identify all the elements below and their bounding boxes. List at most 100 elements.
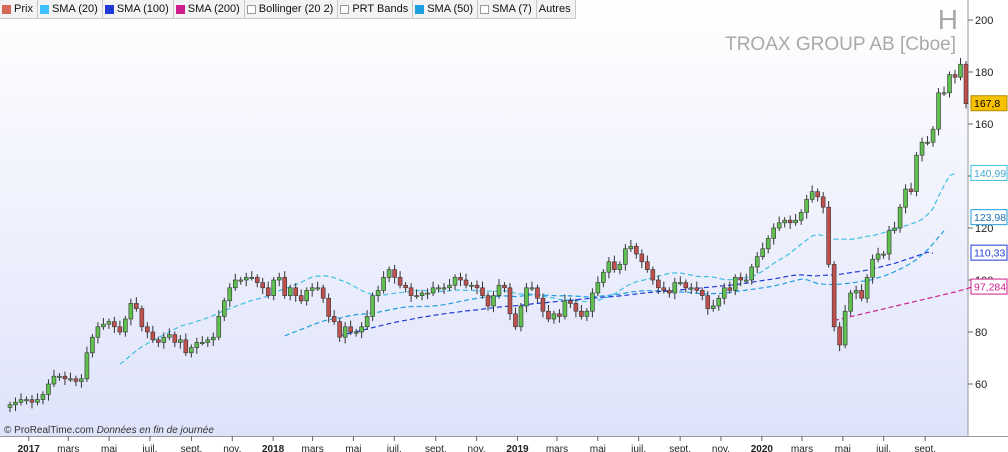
candle-body [546, 310, 551, 320]
x-tick-label: nov. [223, 444, 241, 452]
candle-body [612, 261, 617, 270]
candle-body [727, 287, 733, 291]
candle-body [820, 196, 826, 208]
candle-body [908, 188, 914, 192]
candle-body [7, 404, 13, 408]
candle-body [760, 248, 765, 257]
candle-body [705, 295, 711, 309]
candle-body [381, 277, 386, 291]
candle [842, 304, 848, 349]
legend-item-sma50[interactable]: SMA (50) [413, 0, 479, 18]
legend-item-bollinger[interactable]: Bollinger (20 2) [245, 0, 339, 18]
x-tick-label: mai [101, 444, 117, 452]
candle-body [963, 63, 969, 105]
candle-body [595, 282, 601, 294]
candle-body [936, 92, 941, 130]
x-tick-label: nov. [712, 444, 730, 452]
y-tick-label: 60 [975, 379, 987, 391]
candle-body [941, 92, 947, 95]
value-label: 167,8 [970, 95, 1008, 112]
candle-body [227, 287, 233, 302]
value-label: 97,284 [970, 278, 1008, 295]
candle-body [601, 271, 606, 283]
candle-body [57, 375, 62, 378]
candle-body [518, 305, 524, 328]
candle-body [930, 128, 936, 143]
candle-body [826, 206, 831, 265]
copyright-text: © ProRealTime.com [4, 425, 94, 436]
candle-body [24, 399, 29, 402]
x-tick-label: mars [57, 444, 79, 452]
candle-body [79, 378, 84, 382]
candle-body [634, 245, 639, 255]
candle-body [776, 222, 782, 229]
candle-body [271, 279, 277, 296]
candle-body [870, 258, 875, 278]
legend-swatch-sma100 [104, 4, 114, 14]
y-tick-label: 160 [975, 119, 993, 131]
legend-item-sma20[interactable]: SMA (20) [38, 0, 103, 18]
x-tick-label: sept. [425, 444, 447, 452]
legend-item-prt-bands[interactable]: PRT Bands [338, 0, 414, 18]
candle-body [414, 295, 419, 298]
candle-body [13, 401, 18, 406]
price-chart[interactable]: 6080100120140160180200 2017marsmaijuil.s… [0, 0, 1008, 452]
candle-body [469, 284, 474, 287]
candle [963, 61, 969, 109]
candle-body [408, 287, 414, 296]
candle-body [134, 303, 139, 309]
candle-body [287, 287, 293, 296]
candle-body [639, 253, 645, 263]
x-tick-label: sept. [181, 444, 203, 452]
candle-body [480, 287, 485, 296]
candle-body [172, 334, 178, 343]
candle-body [68, 378, 73, 381]
x-tick-label: sept. [914, 444, 936, 452]
candle-body [293, 287, 298, 296]
candle-body [441, 287, 447, 290]
legend-label: SMA (200) [187, 3, 240, 15]
candle-body [474, 284, 480, 289]
candle-body [678, 282, 683, 285]
candle-body [260, 282, 266, 289]
candle-body [337, 321, 342, 338]
data-note: Données en fin de journée [96, 425, 214, 436]
candle-body [749, 266, 755, 281]
candle [936, 88, 941, 136]
candle-body [90, 336, 95, 354]
candle-body [557, 313, 562, 317]
legend-item-sma200[interactable]: SMA (200) [174, 0, 245, 18]
candle-body [579, 310, 584, 317]
candle-body [62, 375, 68, 380]
legend-item-sma100[interactable]: SMA (100) [103, 0, 174, 18]
candle-body [952, 74, 958, 78]
value-label-text: 140,99 [974, 168, 1006, 180]
candle-body [683, 282, 689, 289]
candle-body [189, 347, 194, 354]
candle-body [40, 394, 46, 400]
value-label-text: 123,98 [974, 212, 1006, 224]
candle-body [584, 310, 590, 317]
candle-body [436, 287, 441, 290]
legend-label: SMA (50) [427, 3, 474, 15]
x-tick-label: 2017 [18, 444, 41, 452]
x-tick-label: sept. [669, 444, 691, 452]
candle-body [881, 253, 886, 256]
candle-body [925, 141, 930, 144]
candle-body [842, 310, 848, 346]
candle-body [732, 277, 738, 291]
candle-body [101, 323, 106, 328]
candle-body [211, 336, 216, 341]
legend-item-prix[interactable]: Prix [0, 0, 38, 18]
legend-item-autres[interactable]: Autres [537, 0, 575, 18]
candle-body [249, 277, 255, 279]
legend-checkbox-bollinger [246, 4, 256, 14]
value-label-text: 167,8 [974, 98, 1000, 110]
candle-body [145, 326, 150, 333]
candle-body [787, 219, 793, 224]
legend-item-sma7[interactable]: SMA (7) [478, 0, 537, 18]
candle-body [892, 227, 897, 231]
candle-body [809, 191, 815, 200]
candle-body [216, 316, 222, 338]
candle-body [194, 342, 200, 348]
